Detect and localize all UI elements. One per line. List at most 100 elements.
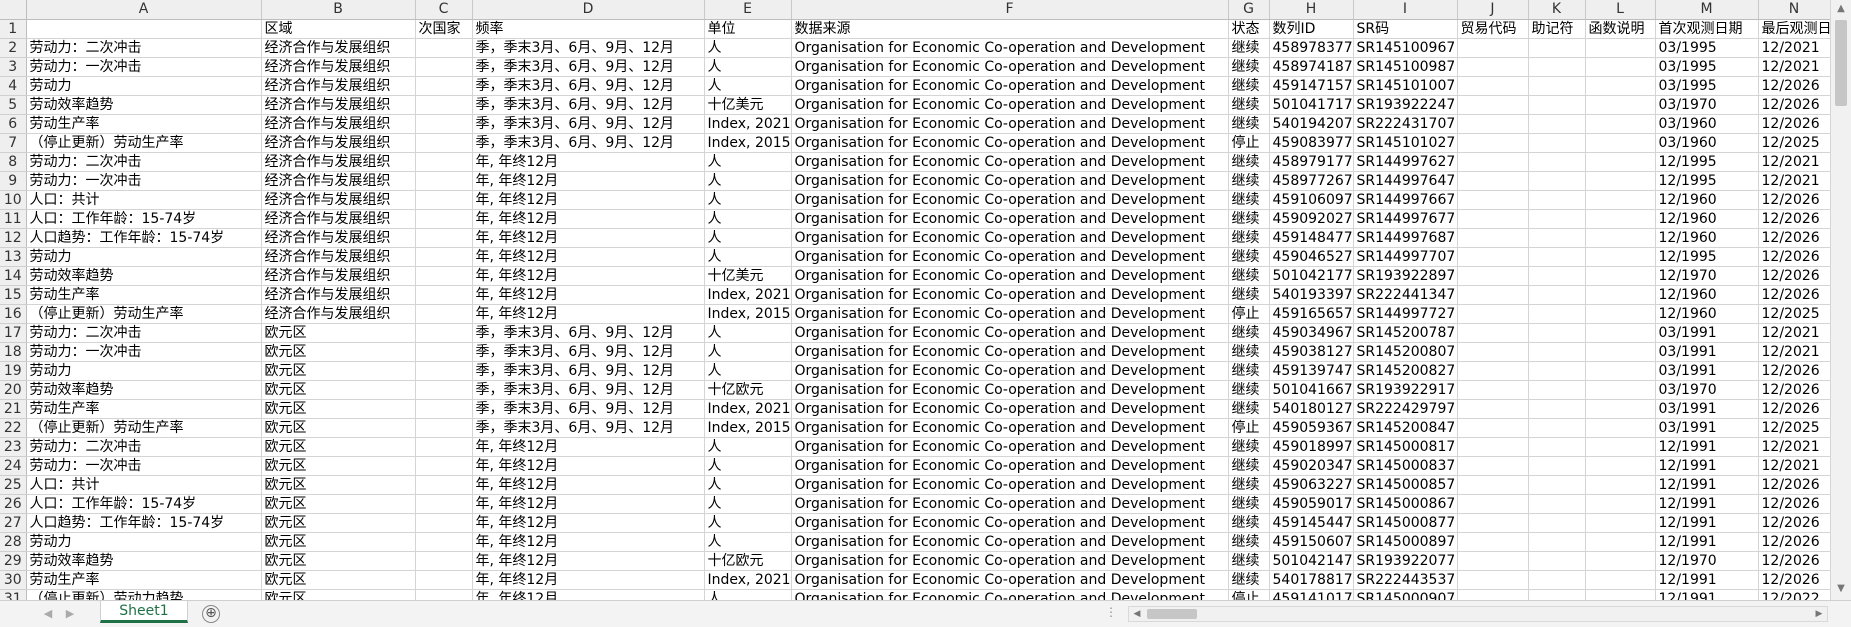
cell-l10[interactable]	[1585, 190, 1656, 210]
cell-e4[interactable]: 人	[704, 76, 792, 96]
cell-b27[interactable]: 欧元区	[261, 513, 416, 533]
cell-e16[interactable]: Index, 2015	[704, 304, 792, 324]
cell-g25[interactable]: 继续	[1228, 475, 1270, 495]
cell-a14[interactable]: 劳动效率趋势	[26, 266, 262, 286]
cell-c7[interactable]	[415, 133, 473, 153]
cell-k12[interactable]	[1528, 228, 1586, 248]
cell-m12[interactable]: 12/1960	[1655, 228, 1759, 248]
cell-a15[interactable]: 劳动生产率	[26, 285, 262, 305]
row-header[interactable]: 29	[0, 551, 27, 571]
cell-b2[interactable]: 经济合作与发展组织	[261, 38, 416, 58]
row-header[interactable]: 26	[0, 494, 27, 514]
cell-e18[interactable]: 人	[704, 342, 792, 362]
cell-l4[interactable]	[1585, 76, 1656, 96]
cell-b22[interactable]: 欧元区	[261, 418, 416, 438]
cell-g21[interactable]: 继续	[1228, 399, 1270, 419]
cell-i4[interactable]: SR145101007	[1353, 76, 1458, 96]
cell-k25[interactable]	[1528, 475, 1586, 495]
cell-k14[interactable]	[1528, 266, 1586, 286]
cell-c19[interactable]	[415, 361, 473, 381]
column-header-a[interactable]: A	[26, 0, 262, 20]
cell-d25[interactable]: 年, 年终12月	[472, 475, 705, 495]
cell-k28[interactable]	[1528, 532, 1586, 552]
cell-k29[interactable]	[1528, 551, 1586, 571]
cell-k3[interactable]	[1528, 57, 1586, 77]
cell-h23[interactable]: 459018997	[1269, 437, 1354, 457]
cell-g29[interactable]: 继续	[1228, 551, 1270, 571]
cell-l28[interactable]	[1585, 532, 1656, 552]
cell-m25[interactable]: 12/1991	[1655, 475, 1759, 495]
cell-n17[interactable]: 12/2021	[1758, 323, 1830, 343]
row-header[interactable]: 7	[0, 133, 27, 153]
cell-d20[interactable]: 季，季末3月、6月、9月、12月	[472, 380, 705, 400]
cell-f16[interactable]: Organisation for Economic Co-operation a…	[791, 304, 1229, 324]
cell-b25[interactable]: 欧元区	[261, 475, 416, 495]
cell-d5[interactable]: 季，季末3月、6月、9月、12月	[472, 95, 705, 115]
cell-f9[interactable]: Organisation for Economic Co-operation a…	[791, 171, 1229, 191]
cell-l24[interactable]	[1585, 456, 1656, 476]
cell-l21[interactable]	[1585, 399, 1656, 419]
cell-l25[interactable]	[1585, 475, 1656, 495]
cell-k1[interactable]: 助记符	[1528, 19, 1586, 39]
cell-k19[interactable]	[1528, 361, 1586, 381]
cell-a2[interactable]: 劳动力：二次冲击	[26, 38, 262, 58]
cell-f5[interactable]: Organisation for Economic Co-operation a…	[791, 95, 1229, 115]
cell-n24[interactable]: 12/2021	[1758, 456, 1830, 476]
cell-m9[interactable]: 12/1995	[1655, 171, 1759, 191]
cell-k6[interactable]	[1528, 114, 1586, 134]
cell-n8[interactable]: 12/2021	[1758, 152, 1830, 172]
cell-g7[interactable]: 停止	[1228, 133, 1270, 153]
cell-f21[interactable]: Organisation for Economic Co-operation a…	[791, 399, 1229, 419]
row-header[interactable]: 16	[0, 304, 27, 324]
cell-b13[interactable]: 经济合作与发展组织	[261, 247, 416, 267]
cell-l18[interactable]	[1585, 342, 1656, 362]
cell-m8[interactable]: 12/1995	[1655, 152, 1759, 172]
cell-k8[interactable]	[1528, 152, 1586, 172]
cell-f10[interactable]: Organisation for Economic Co-operation a…	[791, 190, 1229, 210]
cell-b26[interactable]: 欧元区	[261, 494, 416, 514]
cell-n3[interactable]: 12/2021	[1758, 57, 1830, 77]
cell-h12[interactable]: 459148477	[1269, 228, 1354, 248]
cell-c5[interactable]	[415, 95, 473, 115]
column-header-f[interactable]: F	[791, 0, 1229, 20]
cell-b1[interactable]: 区域	[261, 19, 416, 39]
cell-c24[interactable]	[415, 456, 473, 476]
column-header-j[interactable]: J	[1457, 0, 1529, 20]
cell-e26[interactable]: 人	[704, 494, 792, 514]
cell-b12[interactable]: 经济合作与发展组织	[261, 228, 416, 248]
cell-e11[interactable]: 人	[704, 209, 792, 229]
cell-b24[interactable]: 欧元区	[261, 456, 416, 476]
cell-k7[interactable]	[1528, 133, 1586, 153]
cell-a24[interactable]: 劳动力：一次冲击	[26, 456, 262, 476]
sheet-next-icon[interactable]: ▶	[62, 606, 78, 622]
cell-g1[interactable]: 状态	[1228, 19, 1270, 39]
cell-i11[interactable]: SR144997677	[1353, 209, 1458, 229]
cell-l5[interactable]	[1585, 95, 1656, 115]
cell-c26[interactable]	[415, 494, 473, 514]
cell-l7[interactable]	[1585, 133, 1656, 153]
cell-e19[interactable]: 人	[704, 361, 792, 381]
cell-g11[interactable]: 继续	[1228, 209, 1270, 229]
cell-i6[interactable]: SR222431707	[1353, 114, 1458, 134]
cell-g31[interactable]: 停止	[1228, 589, 1270, 600]
cell-c21[interactable]	[415, 399, 473, 419]
column-header-l[interactable]: L	[1585, 0, 1656, 20]
cell-i7[interactable]: SR145101027	[1353, 133, 1458, 153]
cell-l22[interactable]	[1585, 418, 1656, 438]
cell-k15[interactable]	[1528, 285, 1586, 305]
cell-j12[interactable]	[1457, 228, 1529, 248]
cell-i16[interactable]: SR144997727	[1353, 304, 1458, 324]
cell-a22[interactable]: （停止更新）劳动生产率	[26, 418, 262, 438]
cell-j2[interactable]	[1457, 38, 1529, 58]
cell-k17[interactable]	[1528, 323, 1586, 343]
cell-n19[interactable]: 12/2026	[1758, 361, 1830, 381]
cell-h18[interactable]: 459038127	[1269, 342, 1354, 362]
cell-d11[interactable]: 年, 年终12月	[472, 209, 705, 229]
cell-h24[interactable]: 459020347	[1269, 456, 1354, 476]
cell-h5[interactable]: 501041717	[1269, 95, 1354, 115]
cell-i24[interactable]: SR145000837	[1353, 456, 1458, 476]
cell-d3[interactable]: 季，季末3月、6月、9月、12月	[472, 57, 705, 77]
cell-j27[interactable]	[1457, 513, 1529, 533]
cell-j17[interactable]	[1457, 323, 1529, 343]
row-header[interactable]: 3	[0, 57, 27, 77]
